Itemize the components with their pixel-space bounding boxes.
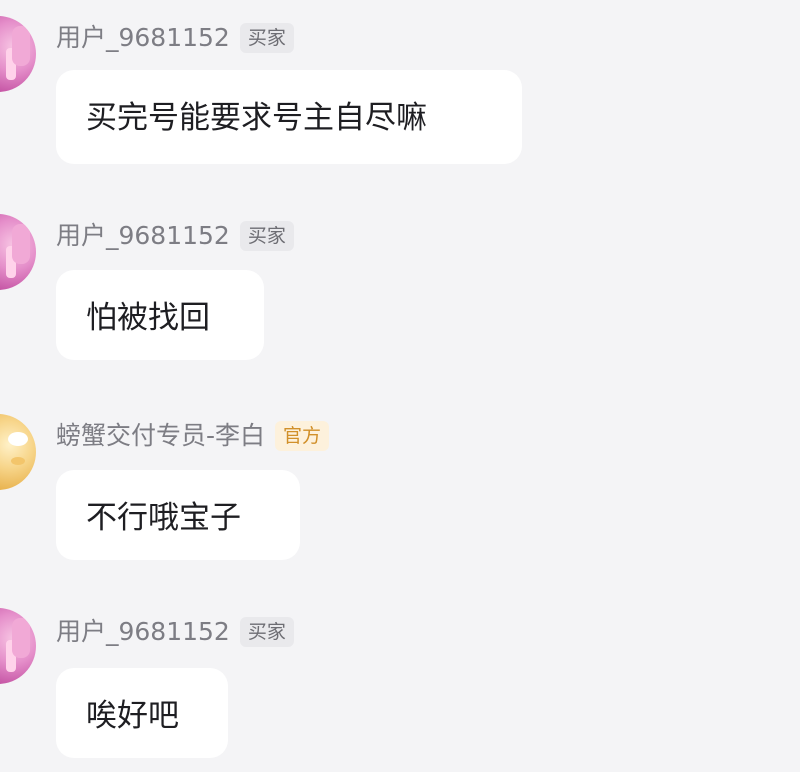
chat-thread: 用户_9681152 买家 买完号能要求号主自尽嘛 用户_9681152 买家 … <box>0 0 800 772</box>
role-badge: 官方 <box>275 421 330 451</box>
message-bubble[interactable]: 怕被找回 <box>56 270 264 360</box>
sender-row: 用户_9681152 买家 <box>56 22 294 54</box>
buyer-avatar-icon[interactable] <box>0 214 36 290</box>
sender-row: 用户_9681152 买家 <box>56 220 294 252</box>
buyer-avatar-icon[interactable] <box>0 608 36 684</box>
sender-row: 用户_9681152 买家 <box>56 616 294 648</box>
sender-name[interactable]: 用户_9681152 <box>56 22 230 54</box>
message-bubble[interactable]: 买完号能要求号主自尽嘛 <box>56 70 522 164</box>
message-bubble[interactable]: 唉好吧 <box>56 668 228 758</box>
role-badge: 买家 <box>239 221 294 251</box>
official-avatar-icon[interactable] <box>0 414 36 490</box>
sender-row: 螃蟹交付专员-李白 官方 <box>56 420 330 452</box>
message-bubble[interactable]: 不行哦宝子 <box>56 470 300 560</box>
sender-name[interactable]: 用户_9681152 <box>56 220 230 252</box>
buyer-avatar-icon[interactable] <box>0 16 36 92</box>
sender-name[interactable]: 用户_9681152 <box>56 616 230 648</box>
role-badge: 买家 <box>239 617 294 647</box>
role-badge: 买家 <box>239 23 294 53</box>
sender-name[interactable]: 螃蟹交付专员-李白 <box>56 420 265 452</box>
